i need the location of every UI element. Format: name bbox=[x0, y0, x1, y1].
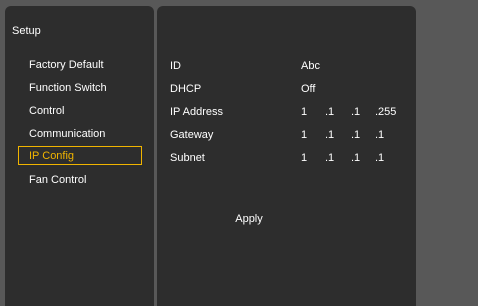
dhcp-label: DHCP bbox=[170, 83, 202, 95]
subnet-label: Subnet bbox=[170, 152, 205, 164]
ip-config-panel: ID Abc DHCP Off IP Address 1 .1 .1 .255 … bbox=[157, 6, 416, 306]
apply-button[interactable]: Apply bbox=[219, 210, 279, 228]
subnet-octet-4[interactable]: .1 bbox=[375, 151, 384, 165]
ip-address-octet-4[interactable]: .255 bbox=[375, 105, 396, 119]
ip-address-octet-2[interactable]: .1 bbox=[325, 105, 334, 119]
gateway-octet-2[interactable]: .1 bbox=[325, 128, 334, 142]
ip-address-label: IP Address bbox=[170, 106, 223, 118]
ip-address-octet-3[interactable]: .1 bbox=[351, 105, 360, 119]
gateway-octet-3[interactable]: .1 bbox=[351, 128, 360, 142]
menu-item-fan-control[interactable]: Fan Control bbox=[18, 171, 142, 190]
subnet-octet-3[interactable]: .1 bbox=[351, 151, 360, 165]
subnet-octet-1[interactable]: 1 bbox=[301, 151, 307, 165]
menu-item-communication[interactable]: Communication bbox=[18, 125, 142, 144]
subnet-octet-2[interactable]: .1 bbox=[325, 151, 334, 165]
dhcp-value[interactable]: Off bbox=[301, 82, 315, 96]
id-label: ID bbox=[170, 60, 181, 72]
menu-item-ip-config[interactable]: IP Config bbox=[18, 146, 142, 165]
id-value[interactable]: Abc bbox=[301, 59, 320, 73]
gateway-label: Gateway bbox=[170, 129, 214, 141]
gateway-octet-1[interactable]: 1 bbox=[301, 128, 307, 142]
menu-item-control[interactable]: Control bbox=[18, 102, 142, 121]
setup-screen: { "sidebar": { "title": "Setup", "items"… bbox=[0, 0, 478, 306]
ip-address-octet-1[interactable]: 1 bbox=[301, 105, 307, 119]
menu-item-function-switch[interactable]: Function Switch bbox=[18, 79, 142, 98]
menu-item-factory-default[interactable]: Factory Default bbox=[18, 56, 142, 75]
sidebar-title: Setup bbox=[12, 25, 41, 37]
setup-sidebar: Setup Factory Default Function Switch Co… bbox=[5, 6, 154, 306]
gateway-octet-4[interactable]: .1 bbox=[375, 128, 384, 142]
